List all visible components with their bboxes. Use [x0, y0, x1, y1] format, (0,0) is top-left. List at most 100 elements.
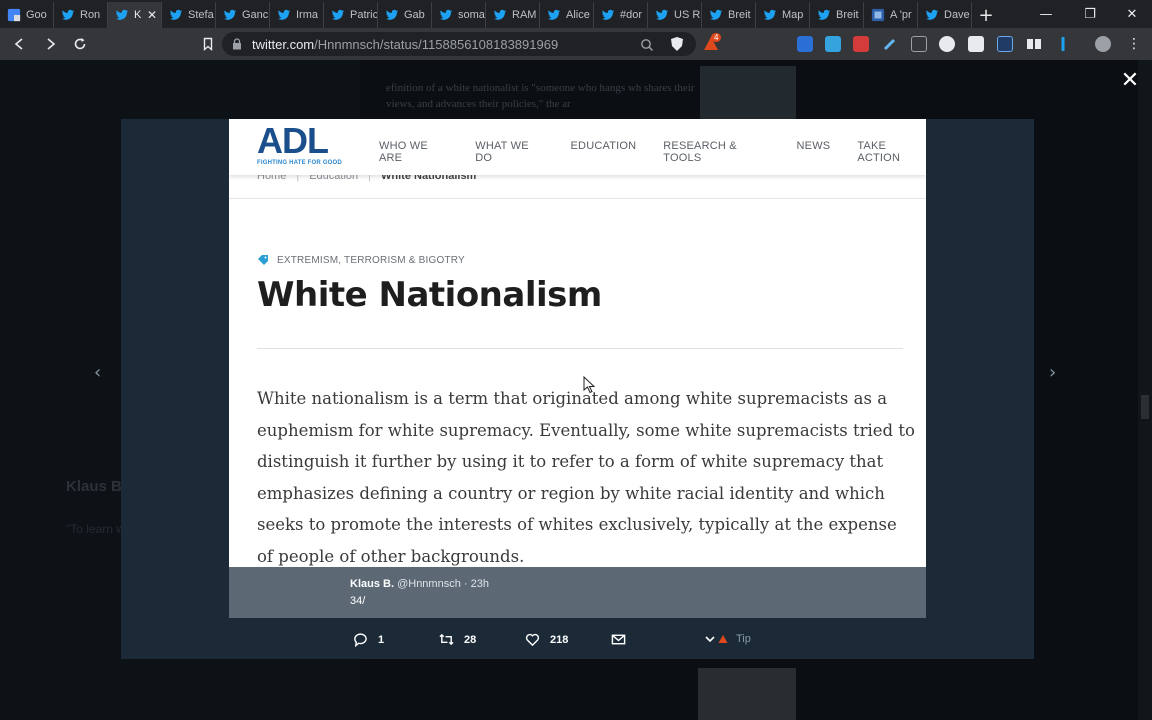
like-count: 218	[550, 633, 569, 646]
tweet-author-line[interactable]: Klaus B. @Hnnmnsch · 23h	[350, 578, 489, 590]
twitter-bird-icon	[654, 7, 670, 23]
browser-tab[interactable]: US R	[648, 2, 702, 28]
tab-title: Ganc	[242, 9, 269, 21]
browser-tab[interactable]: Gab	[378, 2, 432, 28]
zoom-search-icon[interactable]	[640, 37, 654, 56]
window-close-icon[interactable]: ✕	[1112, 0, 1152, 28]
twitter-bird-icon	[276, 7, 292, 23]
tip-button[interactable]: Tip	[704, 633, 751, 645]
extension-icon[interactable]	[1055, 36, 1071, 52]
browser-tab[interactable]: Goo	[0, 2, 54, 28]
menu-icon[interactable]: ⋮	[1126, 36, 1142, 52]
extension-icon[interactable]	[825, 36, 841, 52]
title-divider	[257, 348, 903, 349]
page-scrollbar[interactable]	[1138, 60, 1152, 720]
forward-icon[interactable]	[36, 30, 64, 58]
tab-title: K	[134, 9, 142, 21]
next-media-icon[interactable]: ›	[1049, 362, 1056, 383]
minimize-icon[interactable]: —	[1026, 0, 1066, 28]
twitter-bird-icon	[168, 7, 184, 23]
scrollbar-thumb[interactable]	[1141, 395, 1149, 419]
like-button[interactable]: 218	[525, 632, 568, 647]
bookmark-icon[interactable]	[194, 30, 222, 58]
twitter-bird-icon	[438, 7, 454, 23]
tab-title: Breit	[728, 9, 751, 21]
adl-menu-item: TAKE ACTION	[857, 140, 901, 164]
browser-tab[interactable]: Breit	[810, 2, 864, 28]
brave-shield-icon[interactable]	[670, 36, 684, 56]
browser-tab[interactable]: A 'pr	[864, 2, 918, 28]
breadcrumb-divider	[229, 198, 926, 199]
browser-tab[interactable]: Patric	[324, 2, 378, 28]
media-close-icon[interactable]: ✕	[1118, 68, 1142, 93]
tweet-author-name[interactable]: Klaus B.	[350, 578, 394, 590]
article-title: White Nationalism	[257, 275, 602, 315]
browser-tab[interactable]: RAM	[486, 2, 540, 28]
tab-title: US R	[674, 9, 701, 21]
tweet-author-handle[interactable]: @Hnnmnsch	[397, 578, 461, 590]
tab-strip: Goo Ron K ✕ Stefa Ganc Irma Patric Gab soma RAM Ali…	[0, 0, 1152, 28]
browser-tab[interactable]: Alice	[540, 2, 594, 28]
brave-rewards-icon[interactable]: 4	[702, 33, 722, 53]
previous-media-icon[interactable]: ‹	[94, 362, 101, 383]
tab-title: Map	[782, 9, 804, 21]
share-button[interactable]	[611, 632, 636, 647]
browser-tab[interactable]: Dave	[918, 2, 972, 28]
tag-icon	[258, 255, 268, 265]
tab-title: Patric	[350, 9, 377, 21]
url-text: twitter.com/Hnnmnsch/status/115885610818…	[252, 37, 558, 52]
chevron-down-icon	[705, 636, 715, 643]
back-icon[interactable]	[6, 30, 34, 58]
tab-title: #dor	[620, 9, 643, 21]
adl-logo-tagline: FIGHTING HATE FOR GOOD	[257, 160, 342, 166]
extension-icon[interactable]	[997, 36, 1013, 52]
browser-window: Goo Ron K ✕ Stefa Ganc Irma Patric Gab soma RAM Ali…	[0, 0, 1152, 720]
new-tab-button[interactable]: +	[972, 2, 1000, 28]
tip-label: Tip	[736, 633, 751, 645]
reader-extension-icon[interactable]	[968, 36, 984, 52]
restore-icon[interactable]: ❐	[1070, 0, 1110, 28]
tab-close-icon[interactable]: ✕	[147, 8, 157, 22]
tweet-timestamp[interactable]: · 23h	[464, 578, 489, 590]
browser-tab[interactable]: Breit	[702, 2, 756, 28]
browser-tab[interactable]: Ron	[54, 2, 108, 28]
google-translate-icon	[6, 7, 22, 23]
browser-tab[interactable]: Irma	[270, 2, 324, 28]
pen-extension-icon[interactable]	[882, 36, 898, 52]
twitter-bird-icon	[384, 7, 400, 23]
twitter-bird-icon	[762, 7, 778, 23]
browser-tab[interactable]: Ganc	[216, 2, 270, 28]
reading-list-icon[interactable]	[1026, 36, 1042, 52]
extension-icon[interactable]	[939, 36, 955, 52]
reply-icon	[354, 633, 367, 647]
retweet-button[interactable]: 28	[439, 632, 476, 647]
extension-icon[interactable]	[853, 36, 869, 52]
browser-tab[interactable]: K ✕	[108, 2, 162, 28]
cast-icon[interactable]	[911, 36, 927, 52]
reply-button[interactable]: 1	[353, 632, 384, 647]
extension-icon[interactable]	[797, 36, 813, 52]
retweet-icon	[439, 633, 454, 646]
twitter-bird-icon	[708, 7, 724, 23]
tab-title: Irma	[296, 9, 318, 21]
envelope-icon	[611, 634, 626, 645]
tweet-actions: 1 28 218 Tip	[121, 628, 1034, 654]
twitter-bird-icon	[924, 7, 940, 23]
reload-icon[interactable]	[66, 30, 94, 58]
address-bar[interactable]: twitter.com/Hnnmnsch/status/115885610818…	[222, 32, 696, 56]
adl-logo: ADL FIGHTING HATE FOR GOOD	[257, 123, 351, 171]
adl-logo-letters: ADL	[257, 120, 329, 161]
browser-tab[interactable]: soma	[432, 2, 486, 28]
tweet-image[interactable]: ADL FIGHTING HATE FOR GOOD WHO WE ARE WHA…	[229, 119, 926, 567]
tab-title: A 'pr	[890, 9, 912, 21]
tab-title: Stefa	[188, 9, 214, 21]
profile-avatar-icon[interactable]	[1095, 36, 1111, 52]
background-media-thumb	[698, 668, 796, 720]
browser-tab[interactable]: Map	[756, 2, 810, 28]
twitter-bird-icon	[330, 7, 346, 23]
browser-tab[interactable]: #dor	[594, 2, 648, 28]
browser-tab[interactable]: Stefa	[162, 2, 216, 28]
retweet-count: 28	[464, 633, 477, 646]
adl-menu-item: RESEARCH & TOOLS	[663, 140, 737, 164]
tab-title: Goo	[26, 9, 47, 21]
